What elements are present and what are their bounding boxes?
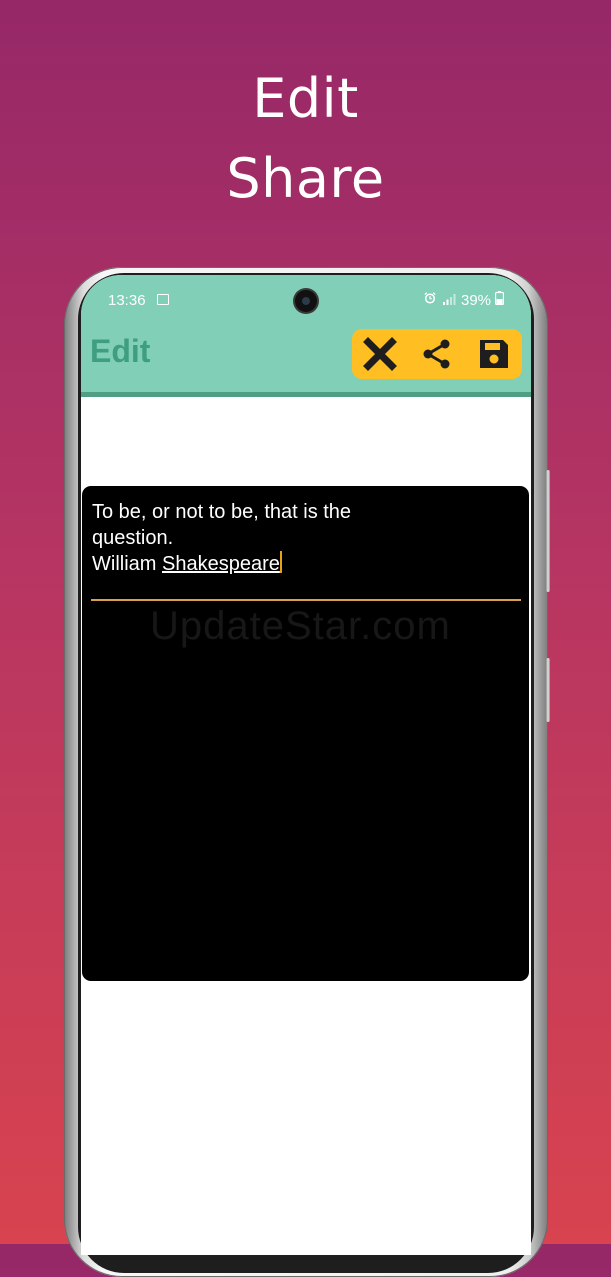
spellcheck-word: Shakespeare <box>162 553 280 575</box>
app-title: Edit <box>90 333 151 369</box>
front-camera <box>295 290 317 312</box>
image-icon <box>157 294 169 305</box>
text-cursor <box>279 551 282 573</box>
action-toolbar <box>352 329 522 379</box>
promo-heading-share: Share <box>226 147 385 210</box>
status-time: 13:36 <box>108 292 146 309</box>
power-button <box>546 658 550 722</box>
alarm-icon <box>424 292 436 304</box>
note-line-1: To be, or not to be, that is the questio… <box>92 501 357 549</box>
app-bar: 13:36 39% Edit <box>81 275 531 396</box>
battery-percent: 39% <box>461 292 492 309</box>
share-button[interactable] <box>409 329 465 379</box>
battery-icon <box>495 291 504 305</box>
note-text[interactable]: To be, or not to be, that is the questio… <box>92 499 392 577</box>
text-field-underline <box>91 599 521 601</box>
phone-screen: 13:36 39% Edit To be, or not to be, that… <box>81 275 531 1255</box>
app-bar-divider <box>81 392 531 397</box>
volume-button <box>546 470 550 592</box>
share-icon <box>423 339 450 369</box>
note-line-2-prefix: William <box>92 553 162 575</box>
watermark: UpdateStar.com <box>150 604 451 648</box>
close-icon <box>363 337 397 371</box>
save-icon <box>480 340 508 368</box>
close-button[interactable] <box>352 329 408 379</box>
note-editor[interactable]: To be, or not to be, that is the questio… <box>82 486 529 981</box>
save-button[interactable] <box>466 329 522 379</box>
promo-heading-edit: Edit <box>252 67 359 130</box>
signal-icon <box>443 294 456 305</box>
